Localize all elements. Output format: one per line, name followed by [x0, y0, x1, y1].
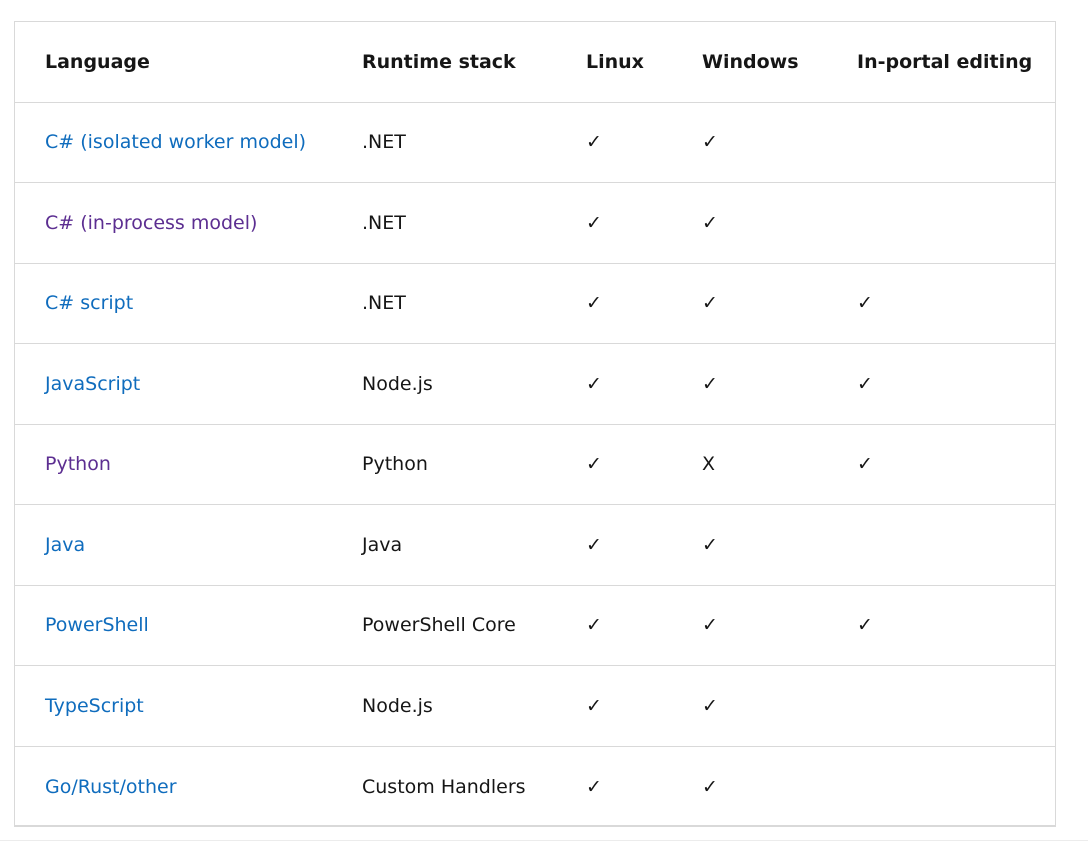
linux-support-cell: ✓	[556, 262, 672, 344]
table-row: TypeScript Node.js ✓ ✓	[15, 665, 1055, 746]
runtime-stack-cell: Java	[332, 504, 556, 585]
runtime-stack-cell: PowerShell Core	[332, 584, 556, 666]
language-link[interactable]: Python	[45, 453, 111, 475]
language-cell: C# (in-process model)	[15, 182, 332, 263]
table-row: Java Java ✓ ✓	[15, 504, 1055, 585]
header-row: Language Runtime stack Linux Windows In-…	[15, 22, 1055, 103]
in-portal-editing-cell	[827, 102, 1055, 183]
language-link[interactable]: Java	[45, 534, 85, 556]
in-portal-editing-cell	[827, 665, 1055, 746]
table-row: JavaScript Node.js ✓ ✓ ✓	[15, 343, 1055, 424]
linux-support-cell: ✓	[586, 131, 602, 154]
table-body: C# (isolated worker model) .NET ✓ ✓ C# (…	[15, 102, 1055, 827]
in-portal-editing-cell: ✓	[827, 343, 1055, 424]
language-cell: C# (isolated worker model)	[15, 102, 332, 183]
support-table: Language Runtime stack Linux Windows In-…	[15, 22, 1055, 827]
runtime-stack-cell: .NET	[332, 262, 556, 344]
header-runtime-stack: Runtime stack	[332, 22, 556, 103]
windows-support-cell: ✓	[702, 131, 718, 154]
table-header: Language Runtime stack Linux Windows In-…	[15, 22, 1055, 103]
runtime-stack-cell: .NET	[332, 182, 556, 263]
in-portal-editing-cell	[827, 182, 1055, 263]
in-portal-editing-cell: ✓	[827, 423, 1055, 505]
language-link[interactable]: PowerShell	[45, 614, 149, 636]
linux-support-cell: ✓	[556, 665, 672, 746]
linux-support-cell: ✓	[556, 745, 672, 827]
table-row: Go/Rust/other Custom Handlers ✓ ✓	[15, 745, 1055, 827]
windows-support-cell: ✓	[672, 262, 827, 344]
language-link[interactable]: JavaScript	[45, 373, 140, 395]
table-row: C# (isolated worker model) .NET ✓ ✓	[15, 102, 1055, 183]
language-link[interactable]: TypeScript	[45, 695, 144, 717]
header-in-portal-editing: In-portal editing	[827, 22, 1055, 103]
windows-support-cell: ✓	[672, 343, 827, 424]
runtime-stack-cell: Custom Handlers	[332, 745, 556, 827]
windows-support-cell: X	[672, 423, 827, 505]
language-cell: PowerShell	[15, 584, 332, 666]
table-row: Python Python ✓ X ✓	[15, 423, 1055, 505]
language-link[interactable]: Go/Rust/other	[45, 776, 177, 798]
header-linux: Linux	[556, 22, 672, 103]
linux-support-cell: ✓	[556, 504, 672, 585]
language-cell: Python	[15, 423, 332, 505]
language-link[interactable]: C# (in-process model)	[45, 212, 257, 234]
language-link[interactable]: C# script	[45, 292, 133, 314]
windows-support-cell: ✓	[672, 745, 827, 827]
linux-support-cell: ✓	[556, 343, 672, 424]
in-portal-editing-cell: ✓	[827, 584, 1055, 666]
header-language: Language	[15, 22, 332, 103]
language-cell: C# script	[15, 262, 332, 344]
linux-support-cell: ✓	[556, 584, 672, 666]
runtime-stack-cell: Node.js	[332, 665, 556, 746]
in-portal-editing-cell: ✓	[827, 262, 1055, 344]
runtime-stack-cell: Python	[332, 423, 556, 505]
language-cell: Java	[15, 504, 332, 585]
table-row: PowerShell PowerShell Core ✓ ✓ ✓	[15, 584, 1055, 666]
linux-support-cell: ✓	[556, 182, 672, 263]
windows-support-cell: ✓	[672, 504, 827, 585]
runtime-stack-cell: Node.js	[332, 343, 556, 424]
page-divider	[0, 840, 1088, 841]
linux-support-cell: ✓	[556, 423, 672, 505]
runtime-stack-cell: .NET	[362, 131, 406, 154]
windows-support-cell: ✓	[672, 665, 827, 746]
language-support-table: Language Runtime stack Linux Windows In-…	[14, 21, 1056, 827]
header-windows: Windows	[672, 22, 827, 103]
language-cell: Go/Rust/other	[15, 745, 332, 827]
windows-support-cell: ✓	[672, 584, 827, 666]
in-portal-editing-cell	[827, 504, 1055, 585]
language-link[interactable]: C# (isolated worker model)	[45, 131, 306, 153]
table-row: C# script .NET ✓ ✓ ✓	[15, 262, 1055, 344]
language-cell: TypeScript	[15, 665, 332, 746]
windows-support-cell: ✓	[672, 182, 827, 263]
table-row: C# (in-process model) .NET ✓ ✓	[15, 182, 1055, 263]
language-cell: JavaScript	[15, 343, 332, 424]
in-portal-editing-cell	[827, 745, 1055, 827]
